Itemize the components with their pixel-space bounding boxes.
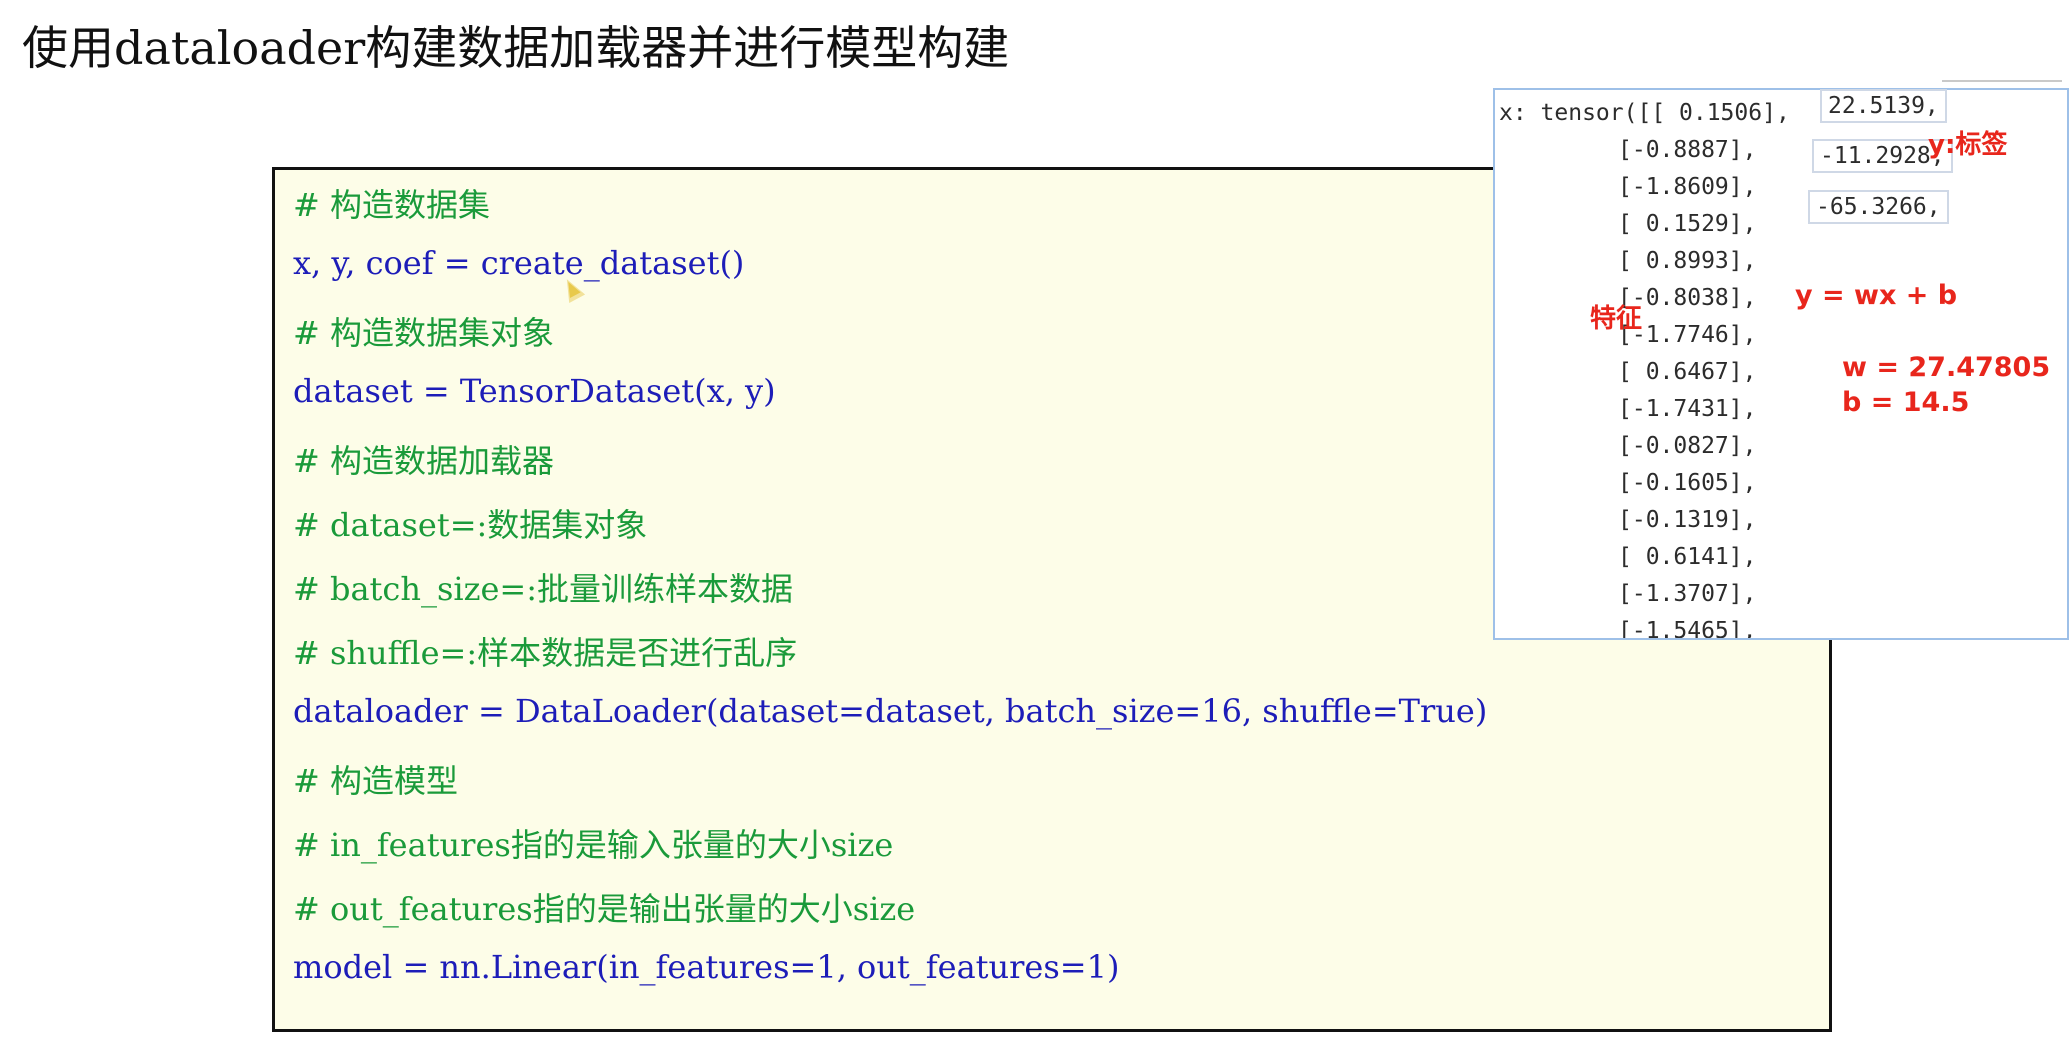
console-line: x: tensor([[ 0.1506], bbox=[1499, 100, 1790, 126]
code-comment-line: # 构造数据加载器 bbox=[293, 442, 554, 480]
console-line: [-1.7431], bbox=[1618, 396, 1757, 422]
b-value-annotation: b = 14.5 bbox=[1842, 387, 1970, 418]
console-line: [ 0.6467], bbox=[1618, 359, 1757, 385]
code-line: model = nn.Linear(in_features=1, out_fea… bbox=[293, 948, 1120, 986]
code-comment-line: # 构造数据集对象 bbox=[293, 314, 554, 352]
code-comment-line: # 构造数据集 bbox=[293, 186, 490, 224]
console-line: [ 0.1529], bbox=[1618, 211, 1757, 237]
page-title: 使用dataloader构建数据加载器并进行模型构建 bbox=[22, 21, 1010, 75]
code-line: dataset = TensorDataset(x, y) bbox=[293, 372, 776, 410]
w-value-annotation: w = 27.47805 bbox=[1842, 352, 2051, 383]
formula-annotation: y = wx + b bbox=[1795, 280, 1958, 311]
console-line: [-1.5465], bbox=[1618, 618, 1757, 640]
console-line: [-0.1319], bbox=[1618, 507, 1757, 533]
console-line: [-1.3707], bbox=[1618, 581, 1757, 607]
y-label-annotation: y:标签 bbox=[1928, 130, 2008, 160]
console-line: [ 0.8993], bbox=[1618, 248, 1757, 274]
console-line: [ 0.6141], bbox=[1618, 544, 1757, 570]
y-value-box: -65.3266, bbox=[1808, 190, 1949, 224]
code-line: x, y, coef = create_dataset() bbox=[293, 244, 745, 282]
console-line: [-0.8887], bbox=[1618, 137, 1757, 163]
code-comment-line: # dataset=:数据集对象 bbox=[293, 506, 648, 544]
code-comment-line: # in_features指的是输入张量的大小size bbox=[293, 826, 894, 864]
code-comment-line: # out_features指的是输出张量的大小size bbox=[293, 890, 916, 928]
console-line: [-0.1605], bbox=[1618, 470, 1757, 496]
code-comment-line: # batch_size=:批量训练样本数据 bbox=[293, 570, 793, 608]
code-comment-line: # 构造模型 bbox=[293, 762, 458, 800]
window-edge-divider bbox=[1942, 80, 2062, 88]
y-value-box: 22.5139, bbox=[1820, 89, 1947, 123]
console-line: [-1.8609], bbox=[1618, 174, 1757, 200]
code-line: dataloader = DataLoader(dataset=dataset,… bbox=[293, 692, 1488, 730]
code-comment-line: # shuffle=:样本数据是否进行乱序 bbox=[293, 634, 798, 672]
console-line: [-0.0827], bbox=[1618, 433, 1757, 459]
feature-annotation: 特征 bbox=[1590, 304, 1643, 334]
